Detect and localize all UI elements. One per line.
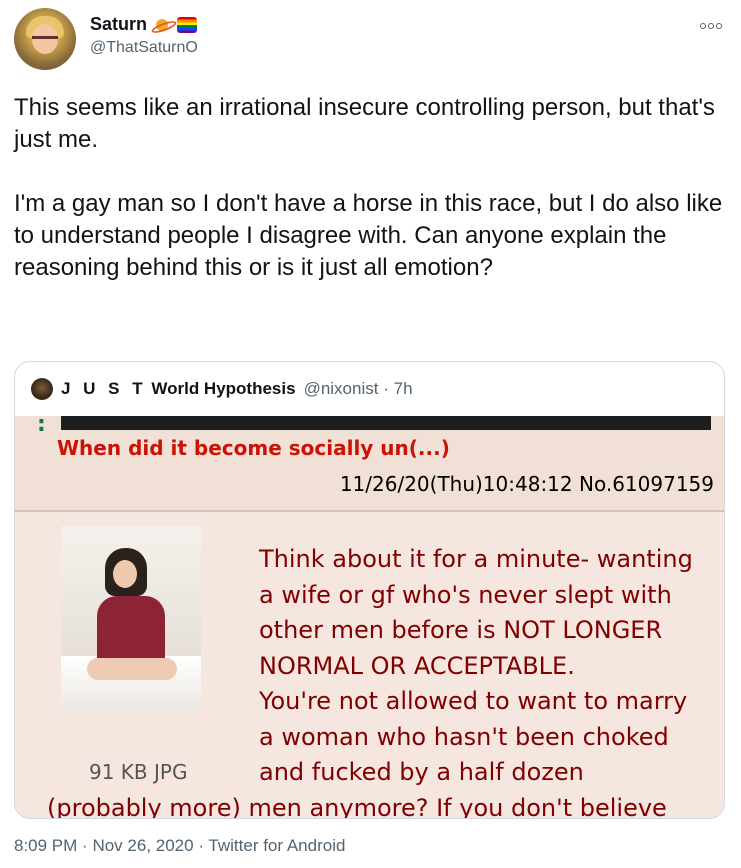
post-body-line: other men before is NOT LONGER xyxy=(259,616,663,644)
post-body-line: (probably more) men anymore? If you don'… xyxy=(47,793,667,819)
tweet-footer: 8:09 PM · Nov 26, 2020 · Twitter for And… xyxy=(14,836,345,856)
quoted-author-avatar xyxy=(31,378,53,400)
post-subject: When did it become socially un(...) xyxy=(57,436,450,460)
cropped-top-strip xyxy=(61,416,711,430)
more-dot xyxy=(700,23,706,29)
quoted-age: 7h xyxy=(393,379,413,398)
more-options-icon[interactable] xyxy=(699,18,723,34)
author-name-block: Saturn @ThatSaturnO xyxy=(90,14,198,57)
post-body-line: NORMAL OR ACCEPTABLE. xyxy=(259,651,575,680)
post-body-line: and fucked by a half dozen xyxy=(259,758,584,786)
more-dot xyxy=(716,23,722,29)
author-display-name[interactable]: Saturn xyxy=(90,14,198,35)
footer-separator: · xyxy=(82,836,88,855)
more-dot xyxy=(708,23,714,29)
quoted-author-handle: @nixonist · 7h xyxy=(304,379,413,399)
quoted-author-name-rest: World Hypothesis xyxy=(151,379,296,398)
thumbnail-legs xyxy=(87,658,177,680)
avatar-glasses xyxy=(32,36,58,42)
post-body-line: Think about it for a minute- wanting xyxy=(259,545,693,573)
author-handle[interactable]: @ThatSaturnO xyxy=(90,39,198,57)
tweet-text: This seems like an irrational insecure c… xyxy=(14,92,729,284)
post-thumbnail xyxy=(61,526,201,712)
ringed-planet-icon xyxy=(151,18,173,32)
quoted-handle-text: @nixonist xyxy=(303,379,379,398)
tweet-header: Saturn @ThatSaturnO xyxy=(14,8,727,72)
post-info: 11/26/20(Thu)10:48:12 No.61097159 xyxy=(339,472,714,496)
tweet-source[interactable]: Twitter for Android xyxy=(208,836,345,855)
tweet-paragraph: This seems like an irrational insecure c… xyxy=(14,94,715,153)
tweet-paragraph: I'm a gay man so I don't have a horse in… xyxy=(14,190,723,281)
quoted-tweet-header: J U S T World Hypothesis @nixonist · 7h xyxy=(31,376,413,402)
file-info: 91 KB JPG xyxy=(89,760,188,784)
quoted-tweet[interactable]: J U S T World Hypothesis @nixonist · 7h … xyxy=(14,361,725,819)
post-body-line: a wife or gf who's never slept with xyxy=(259,580,672,609)
post-body-line: a woman who hasn't been choked xyxy=(259,722,669,751)
quoted-author-name: J U S T World Hypothesis xyxy=(61,379,296,399)
quoted-separator: · xyxy=(383,379,389,398)
tweet-date[interactable]: Nov 26, 2020 xyxy=(92,836,193,855)
post-body-line: You're not allowed to want to marry xyxy=(259,687,688,715)
author-avatar[interactable] xyxy=(14,8,76,70)
quoted-media-image[interactable]: : When did it become socially un(...) 11… xyxy=(15,416,724,819)
rainbow-flag-icon xyxy=(177,16,198,33)
footer-separator: · xyxy=(198,836,204,855)
tweet-time[interactable]: 8:09 PM xyxy=(14,836,77,855)
quoted-author-name-spaced: J U S T xyxy=(61,379,147,398)
author-name-text[interactable]: Saturn xyxy=(90,14,147,35)
thumbnail-face xyxy=(113,560,137,588)
greentext-prefix: : xyxy=(37,416,46,437)
